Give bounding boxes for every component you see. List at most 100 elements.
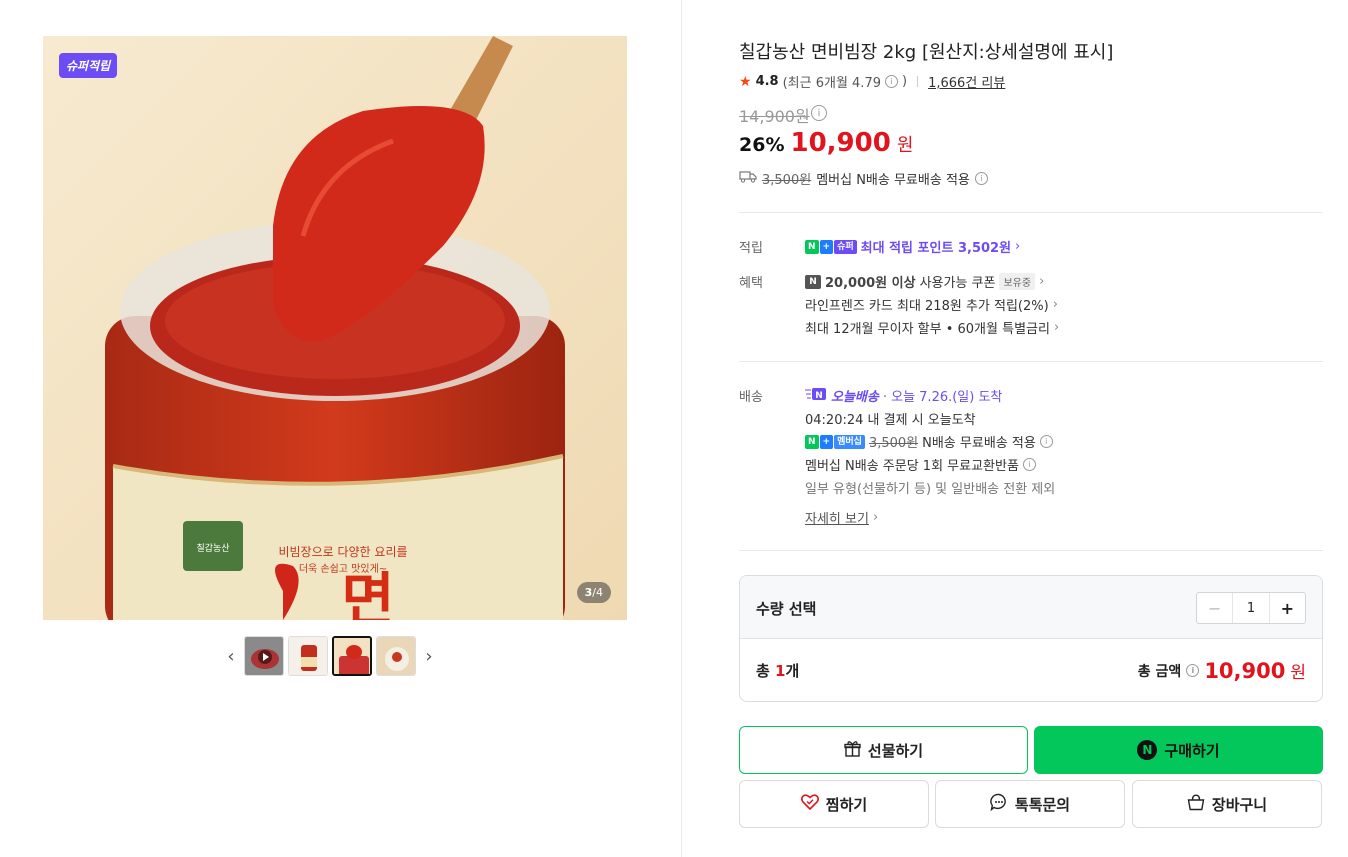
card-benefit-text: 라인프렌즈 카드 최대 218원 추가 적립(2%): [805, 299, 1049, 314]
naver-pay-icon: N: [1137, 740, 1158, 760]
today-delivery-icon: N: [805, 387, 827, 405]
quantity-stepper: − 1 +: [1196, 592, 1306, 624]
plus-icon[interactable]: +: [1268, 593, 1305, 623]
membership-fee-row: N + 멤버십 3,500원 N배송 무료배송 적용 i: [805, 432, 1053, 451]
points-text: 최대 적립 포인트 3,502원: [860, 241, 1012, 256]
info-icon[interactable]: i: [1022, 458, 1036, 471]
deadline-row: 04:20:24 내 결제 시 오늘도착: [805, 409, 976, 428]
divider: [739, 361, 1323, 362]
npay-membership-icon: N + 멤버십: [805, 434, 865, 449]
total-row: 총 1개 총 금액 i 10,900 원: [756, 658, 1306, 684]
coupon-amount: 20,000원 이상: [825, 276, 916, 291]
buy-label: 구매하기: [1164, 741, 1220, 760]
thumbnail-spoon[interactable]: [332, 636, 372, 676]
return-row: 멤버십 N배송 주문당 1회 무료교환반품 i: [805, 455, 1036, 474]
gift-button[interactable]: 선물하기: [739, 726, 1028, 774]
installment-text: 최대 12개월 무이자 할부 • 60개월 특별금리: [805, 322, 1050, 337]
rating-value: 4.8: [755, 74, 779, 89]
info-icon[interactable]: i: [885, 75, 898, 88]
divider: [917, 76, 919, 87]
product-title: 칠갑농산 면비빔장 2kg [원산지:상세설명에 표시]: [739, 42, 1114, 63]
counter-total: /4: [592, 586, 603, 599]
jar-brand-text: 칠갑농산: [196, 542, 229, 554]
today-delivery-row: N 오늘배송 · 오늘 7.26.(일) 도착: [805, 386, 1002, 405]
cart-button[interactable]: 장바구니: [1132, 780, 1322, 828]
shipping-summary: 3,500원 멤버십 N배송 무료배송 적용 i: [739, 169, 988, 188]
info-icon[interactable]: i: [974, 172, 988, 185]
divider: [739, 550, 1323, 551]
sale-price: 10,900: [790, 128, 891, 158]
coupon-owned-tag: 보유중: [999, 273, 1036, 290]
star-icon: ★: [739, 73, 752, 90]
jar-illustration: 칠갑농산 비빔장으로 다양한 요리를 더욱 손쉽고 맛있게~ 면: [43, 36, 627, 620]
price-unit: 원: [896, 135, 914, 156]
fee-strike: 3,500원: [868, 436, 919, 451]
quantity-value[interactable]: 1: [1233, 593, 1268, 623]
naver-coupon-icon: N: [805, 274, 821, 289]
total-amount-unit: 원: [1290, 663, 1306, 683]
wish-label: 찜하기: [825, 795, 868, 814]
coupon-text: 사용가능 쿠폰: [919, 276, 996, 291]
thumbnail-jar[interactable]: [288, 636, 328, 676]
info-icon[interactable]: i: [1186, 664, 1200, 677]
info-icon[interactable]: i: [1039, 435, 1053, 448]
svg-text:N: N: [815, 391, 823, 401]
chevron-left-icon[interactable]: ‹: [222, 636, 240, 676]
shipping-text: 멤버십 N배송 무료배송 적용: [816, 173, 970, 188]
gift-label: 선물하기: [867, 741, 924, 760]
chevron-right-icon: ›: [1053, 320, 1060, 335]
chat-icon: [990, 793, 1008, 815]
excluded-text: 일부 유형(선물하기 등) 및 일반배송 전환 제외: [805, 482, 1056, 497]
wishlist-button[interactable]: 찜하기: [739, 780, 929, 828]
quantity-label: 수량 선택: [756, 600, 817, 618]
gallery-panel: 칠갑농산 비빔장으로 다양한 요리를 더욱 손쉽고 맛있게~ 면 슈퍼적립 3/…: [0, 0, 682, 857]
total-amount-value: 10,900: [1204, 658, 1286, 683]
chevron-right-icon: ›: [1015, 239, 1021, 254]
arrival-text: · 오늘 7.26.(일) 도착: [882, 390, 1003, 405]
points-row[interactable]: N + 슈퍼 최대 적립 포인트 3,502원 ›: [805, 237, 1020, 256]
gift-icon: [844, 740, 861, 761]
total-suffix: 개: [785, 662, 800, 680]
details-link[interactable]: 자세히 보기 ›: [805, 508, 878, 527]
installment-row[interactable]: 최대 12개월 무이자 할부 • 60개월 특별금리 ›: [805, 318, 1059, 337]
card-benefit-row[interactable]: 라인프렌즈 카드 최대 218원 추가 적립(2%) ›: [805, 295, 1058, 314]
price-row: 26% 10,900 원: [739, 128, 913, 158]
total-amount-label: 총 금액: [1137, 663, 1182, 680]
jar-label-text: 비빔장으로 다양한 요리를: [278, 545, 407, 559]
minus-icon[interactable]: −: [1197, 593, 1234, 623]
truck-icon: [739, 170, 757, 187]
heart-icon: [800, 794, 819, 814]
cart-label: 장바구니: [1211, 795, 1268, 814]
total-prefix: 총: [756, 662, 776, 680]
image-counter: 3/4: [576, 582, 611, 603]
details-link-text: 자세히 보기: [805, 512, 869, 527]
main-product-image[interactable]: 칠갑농산 비빔장으로 다양한 요리를 더욱 손쉽고 맛있게~ 면 슈퍼적립 3/…: [43, 36, 627, 620]
divider: [739, 212, 1323, 213]
npay-plus-super-icon: N + 슈퍼: [805, 239, 857, 254]
shipping-fee-strike: 3,500원: [762, 173, 812, 188]
price-info-icon[interactable]: i: [811, 105, 827, 121]
total-amount: 총 금액 i 10,900 원: [1137, 658, 1306, 684]
total-count-value: 1: [775, 662, 786, 680]
basket-icon: [1187, 793, 1205, 815]
jar-big-text: 면: [341, 566, 394, 620]
recent-rating-close: ): [902, 74, 908, 89]
review-count-link[interactable]: 1,666건 리뷰: [928, 72, 1005, 91]
chevron-right-icon: ›: [1039, 274, 1045, 289]
fee-text: N배송 무료배송 적용: [922, 436, 1036, 451]
rating-row: ★ 4.8 (최근 6개월 4.79 i ) 1,666건 리뷰: [739, 72, 1005, 92]
super-points-badge: 슈퍼적립: [59, 53, 118, 78]
thumbnail-strip: ‹ ›: [222, 636, 438, 676]
total-count: 총 1개: [756, 660, 799, 681]
excluded-row: 일부 유형(선물하기 등) 및 일반배송 전환 제외: [805, 478, 1055, 497]
thumbnail-video[interactable]: [244, 636, 284, 676]
thumbnail-noodle[interactable]: [376, 636, 416, 676]
chevron-right-icon[interactable]: ›: [420, 636, 438, 676]
chevron-right-icon: ›: [872, 510, 879, 525]
quantity-box: 수량 선택 − 1 + 총 1개 총 금액 i 10,900 원: [739, 575, 1323, 702]
points-label: 적립: [739, 241, 763, 256]
buy-button[interactable]: N 구매하기: [1034, 726, 1323, 774]
talk-inquiry-button[interactable]: 톡톡문의: [935, 780, 1125, 828]
today-delivery-label: 오늘배송: [831, 390, 879, 405]
coupon-row[interactable]: N 20,000원 이상 사용가능 쿠폰 보유중 ›: [805, 272, 1044, 291]
